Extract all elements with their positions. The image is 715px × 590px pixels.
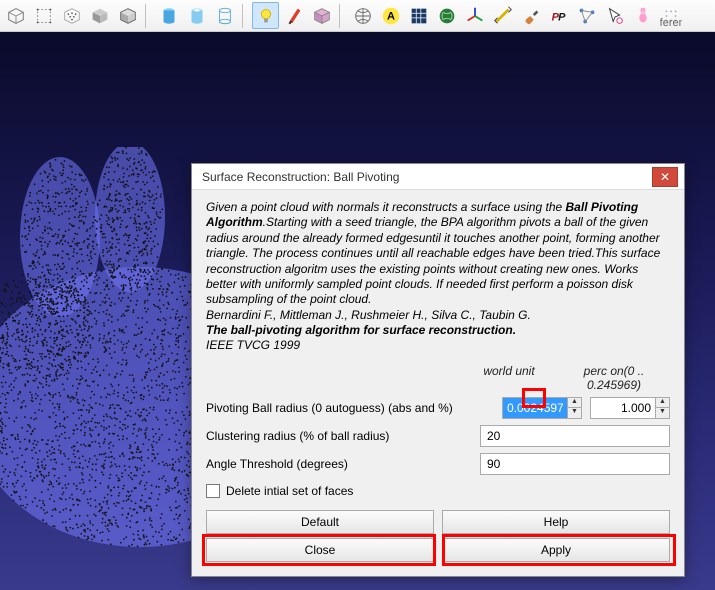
spinner-up-icon[interactable]: ▲ xyxy=(656,398,669,409)
spinner-up-icon[interactable]: ▲ xyxy=(568,398,581,409)
dialog-title: Surface Reconstruction: Ball Pivoting xyxy=(202,170,652,184)
wireframe-cube-icon[interactable] xyxy=(2,2,29,29)
yellow-a-icon[interactable]: A xyxy=(377,2,404,29)
apply-button[interactable]: Apply xyxy=(442,538,670,562)
reference-icon[interactable]: Reference xyxy=(657,2,684,29)
label-cluster: Clustering radius (% of ball radius) xyxy=(206,429,480,443)
angle-input[interactable] xyxy=(480,453,670,475)
light-bulb-icon[interactable] xyxy=(252,2,279,29)
cluster-input[interactable] xyxy=(480,425,670,447)
smooth-cube-icon[interactable] xyxy=(114,2,141,29)
radius-abs-spinner[interactable]: ▲▼ xyxy=(502,397,582,419)
radius-perc-input[interactable] xyxy=(591,398,655,418)
close-icon[interactable]: ✕ xyxy=(652,167,678,187)
dialog-titlebar[interactable]: Surface Reconstruction: Ball Pivoting ✕ xyxy=(192,164,684,190)
help-button[interactable]: Help xyxy=(442,510,670,534)
toolbar-separator xyxy=(339,4,345,28)
pp-icon[interactable]: PP xyxy=(545,2,572,29)
spinner-down-icon[interactable]: ▼ xyxy=(656,408,669,418)
spinner-down-icon[interactable]: ▼ xyxy=(568,408,581,418)
label-angle: Angle Threshold (degrees) xyxy=(206,457,480,471)
svg-text:P: P xyxy=(558,11,566,23)
radius-abs-input[interactable] xyxy=(503,398,567,418)
cyl-solid-icon[interactable] xyxy=(155,2,182,29)
toolbar-separator xyxy=(242,4,248,28)
axes-icon[interactable] xyxy=(461,2,488,29)
ball-pivoting-dialog: Surface Reconstruction: Ball Pivoting ✕ … xyxy=(191,163,685,577)
green-mesh-icon[interactable] xyxy=(433,2,460,29)
radius-perc-spinner[interactable]: ▲▼ xyxy=(590,397,670,419)
blue-grid-icon[interactable] xyxy=(405,2,432,29)
flat-cube-icon[interactable] xyxy=(86,2,113,29)
measure-icon[interactable] xyxy=(489,2,516,29)
points-cube-icon[interactable] xyxy=(58,2,85,29)
delete-faces-checkbox[interactable] xyxy=(206,484,220,498)
label-radius: Pivoting Ball radius (0 autoguess) (abs … xyxy=(206,401,502,415)
toolbar-separator xyxy=(145,4,151,28)
bunny-icon[interactable] xyxy=(629,2,656,29)
label-delete: Delete intial set of faces xyxy=(226,484,353,498)
cyl-wireframe-icon[interactable] xyxy=(211,2,238,29)
svg-text:A: A xyxy=(387,10,395,22)
globe-icon[interactable] xyxy=(349,2,376,29)
viewport-3d[interactable]: Surface Reconstruction: Ball Pivoting ✕ … xyxy=(0,32,715,590)
bounding-box-icon[interactable] xyxy=(30,2,57,29)
graph-icon[interactable] xyxy=(573,2,600,29)
unit-header: world unit perc on(0 .. 0.245969) xyxy=(206,364,670,392)
svg-text:Reference: Reference xyxy=(660,17,682,27)
dialog-description: Given a point cloud with normals it reco… xyxy=(206,200,670,354)
close-button[interactable]: Close xyxy=(206,538,434,562)
cyl-hollow-icon[interactable] xyxy=(183,2,210,29)
main-toolbar: A PP Reference xyxy=(0,0,715,32)
brush-icon[interactable] xyxy=(517,2,544,29)
default-button[interactable]: Default xyxy=(206,510,434,534)
selection-cube-icon[interactable] xyxy=(308,2,335,29)
red-marker-icon[interactable] xyxy=(280,2,307,29)
pointer-arrow-icon[interactable] xyxy=(601,2,628,29)
